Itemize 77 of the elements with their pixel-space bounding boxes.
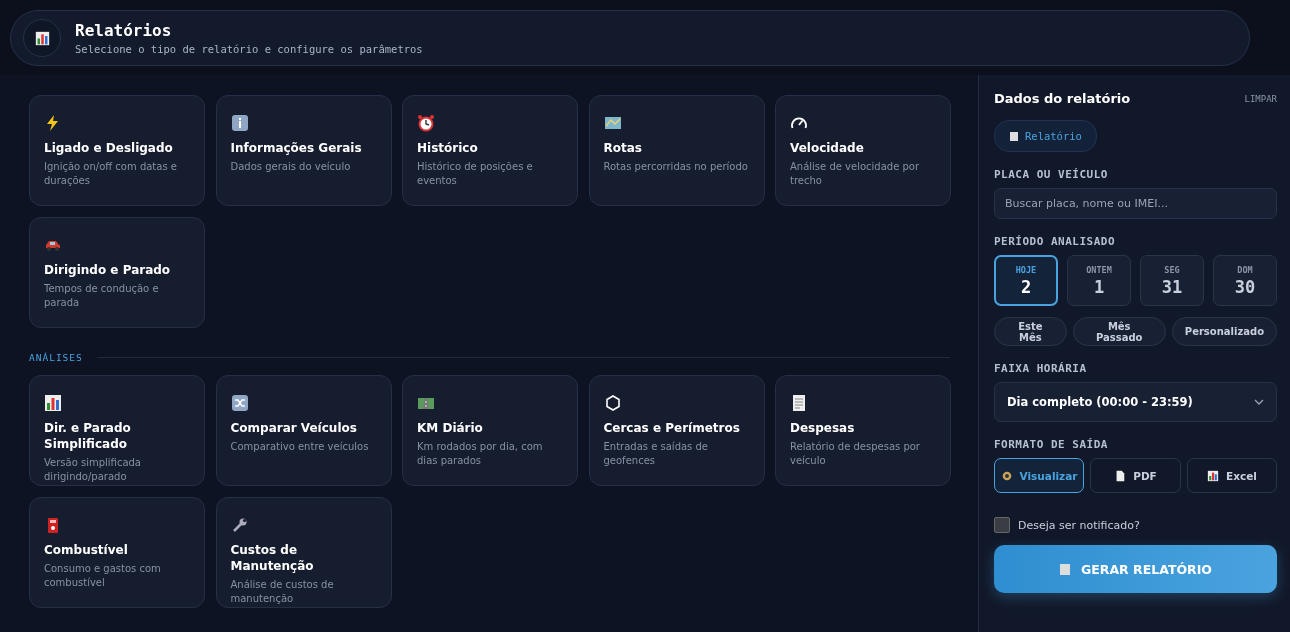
card-description: Rotas percorridas no período	[603, 160, 749, 174]
vehicle-search-field[interactable]: Buscar placa, nome ou IMEI...	[994, 188, 1277, 219]
report-card[interactable]: Comparar Veículos Comparativo entre veículos	[215, 375, 392, 486]
checkbox-label: Deseja ser notificado?	[1018, 518, 1140, 532]
checkbox[interactable]	[994, 517, 1010, 533]
report-card[interactable]: Ligado e Desligado Ignição on/off com datas e durações	[29, 95, 205, 206]
hexagon-icon	[603, 394, 622, 412]
card-title: Rotas	[603, 140, 643, 156]
format-button[interactable]: PDF	[1090, 458, 1181, 493]
card-title: Custos de Manutenção	[230, 542, 315, 574]
report-card[interactable]: Dirigindo e Parado Tempos de condução e parada	[29, 217, 205, 328]
info-icon	[230, 114, 249, 132]
alarm-clock-icon	[417, 114, 435, 132]
section-title: ANÁLISES	[29, 352, 83, 363]
report-card[interactable]: Dir. e Parado Simplificado Versão simplificada dirigindo/parado	[29, 375, 205, 486]
format-button[interactable]: Excel	[1187, 458, 1277, 493]
card-description: Relatório de despesas por veículo	[790, 440, 921, 468]
report-card[interactable]: Histórico Histórico de posições e eventos	[402, 95, 578, 206]
report-card[interactable]: KM Diário Km rodados por dia, com dias parados	[402, 375, 578, 486]
shuffle-icon	[230, 394, 249, 412]
card-title: Informações Gerais	[230, 140, 363, 156]
card-description: Ignição on/off com datas e durações	[44, 160, 178, 188]
day-button[interactable]: ONTEM 1	[1067, 255, 1131, 306]
format-button[interactable]: Visualizar	[994, 458, 1084, 493]
clear-button[interactable]: LIMPAR	[1244, 93, 1277, 104]
card-description: Consumo e gastos com combustível	[44, 562, 162, 590]
field-label: FORMATO DE SAÍDA	[994, 438, 1109, 451]
bar-chart-icon	[1207, 469, 1220, 482]
card-title: Cercas e Perímetros	[603, 420, 741, 436]
report-card[interactable]: Rotas Rotas percorridas no período	[588, 95, 765, 206]
report-card[interactable]: Velocidade Análise de velocidade por trecho	[775, 95, 951, 206]
report-card[interactable]: Despesas Relatório de despesas por veículo	[775, 375, 951, 486]
page-title: Relatórios	[75, 21, 173, 40]
card-description: Análise de custos de manutenção	[230, 578, 335, 606]
card-title: Despesas	[790, 420, 856, 436]
field-label: FAIXA HORÁRIA	[994, 362, 1088, 375]
card-title: Dirigindo e Parado	[44, 262, 172, 278]
eye-icon	[1000, 469, 1013, 482]
document-icon	[1114, 469, 1127, 482]
period-button[interactable]: Personalizado	[1171, 317, 1277, 346]
receipt-icon	[790, 394, 808, 412]
card-title: Combustível	[44, 542, 129, 558]
card-description: Versão simplificada dirigindo/parado	[44, 456, 142, 484]
card-title: Comparar Veículos	[230, 420, 358, 436]
card-description: Dados gerais do veículo	[230, 160, 352, 174]
card-title: KM Diário	[417, 420, 484, 436]
period-button[interactable]: Este Mês	[994, 317, 1067, 346]
day-button[interactable]: DOM 30	[1213, 255, 1277, 306]
field-label: PERÍODO ANALISADO	[994, 235, 1117, 248]
card-description: Comparativo entre veículos	[230, 440, 370, 454]
clipboard-icon	[1059, 563, 1071, 575]
chevron-down-icon	[1254, 399, 1264, 405]
card-title: Histórico	[417, 140, 479, 156]
card-description: Tempos de condução e parada	[44, 282, 160, 310]
report-card[interactable]: Custos de Manutenção Análise de custos de manutenção	[215, 497, 392, 608]
day-button[interactable]: HOJE 2	[994, 255, 1058, 306]
panel-title: Dados do relatório	[994, 91, 1131, 106]
card-description: Análise de velocidade por trecho	[790, 160, 921, 188]
card-title: Ligado e Desligado	[44, 140, 174, 156]
period-button[interactable]: Mês Passado	[1072, 317, 1166, 346]
card-description: Km rodados por dia, com dias parados	[417, 440, 544, 468]
report-card[interactable]: Combustível Consumo e gastos com combustível	[29, 497, 205, 608]
report-card[interactable]: Informações Gerais Dados gerais do veículo	[215, 95, 392, 206]
card-description: Histórico de posições e eventos	[417, 160, 534, 188]
report-chip: Relatório	[994, 120, 1097, 152]
page-subtitle: Selecione o tipo de relatório e configure os parâmetros	[75, 43, 423, 55]
bar-chart-icon	[23, 19, 61, 57]
card-title: Dir. e Parado Simplificado	[44, 420, 132, 452]
card-description: Entradas e saídas de geofences	[603, 440, 709, 468]
field-label: PLACA OU VEÍCULO	[994, 168, 1109, 181]
card-title: Velocidade	[790, 140, 865, 156]
time-range-dropdown[interactable]: Dia completo (00:00 - 23:59)	[994, 382, 1277, 422]
map-icon	[603, 114, 622, 132]
report-card[interactable]: Cercas e Perímetros Entradas e saídas de geofences	[588, 375, 765, 486]
clipboard-icon	[1009, 131, 1019, 141]
bar-chart-icon	[44, 394, 62, 412]
day-button[interactable]: SEG 31	[1140, 255, 1204, 306]
